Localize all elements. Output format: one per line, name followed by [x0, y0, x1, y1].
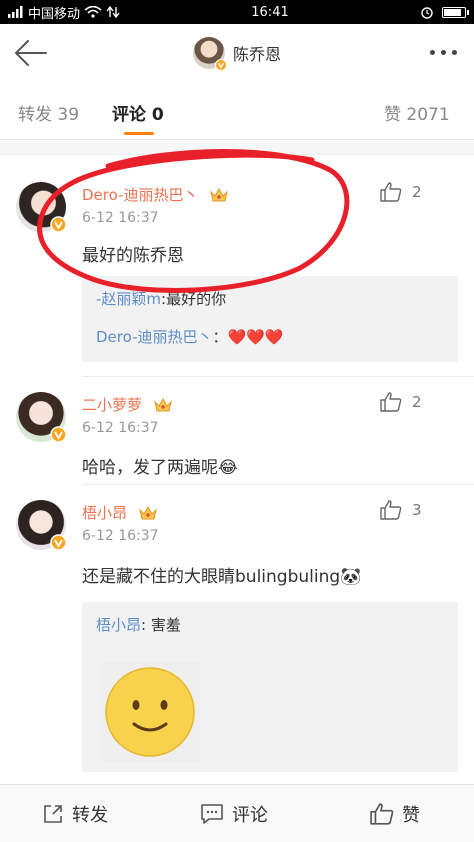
comment-text: 哈哈，发了两遍呢😂 [82, 458, 238, 478]
comment-list: Dero-迪丽热巴丶 6-12 16:37 最好的陈乔恩 2 -赵丽颖m:最好的… [0, 140, 474, 784]
avatar[interactable] [16, 500, 67, 551]
reply-username[interactable]: -赵丽颖m [96, 290, 161, 308]
data-arrows-icon [106, 6, 120, 18]
divider [82, 484, 474, 485]
crown-icon [210, 187, 229, 202]
alarm-icon [421, 7, 433, 19]
username-text: 二小萝萝 [82, 396, 143, 414]
thumbs-up-icon [380, 500, 402, 520]
like-button[interactable]: 2 [380, 392, 422, 412]
thumbs-up-icon [380, 392, 402, 412]
avatar[interactable] [16, 182, 67, 233]
tab-likes[interactable]: 赞 2071 [384, 100, 450, 125]
reply-username[interactable]: Dero-迪丽热巴丶 [96, 328, 213, 346]
repost-button[interactable]: 转发 [42, 785, 108, 842]
comment-button[interactable]: 评论 [200, 785, 268, 842]
share-icon [44, 805, 62, 823]
more-dots-icon[interactable] [426, 42, 460, 62]
verified-v-icon [50, 534, 67, 551]
like-post-button[interactable]: 赞 [370, 785, 420, 842]
thumbs-up-icon [380, 182, 402, 202]
username-text: 梧小昂 [82, 504, 128, 522]
tab-repost[interactable]: 转发 39 [18, 100, 79, 125]
verified-v-icon [214, 59, 227, 71]
reply-item: 梧小昂: 害羞 [96, 614, 181, 635]
top-nav: 陈乔恩 [0, 24, 474, 82]
comment-username[interactable]: 二小萝萝 [82, 394, 173, 415]
reply-username[interactable]: 梧小昂 [96, 616, 141, 634]
like-label: 赞 [402, 805, 420, 826]
thumbs-up-icon [370, 803, 394, 825]
comment-timestamp: 6-12 16:37 [82, 420, 159, 436]
reply-text: :最好的你 [161, 290, 227, 308]
page-title: 陈乔恩 [232, 45, 281, 64]
tab-active-indicator [124, 132, 154, 135]
like-count: 3 [412, 501, 422, 519]
battery-icon [441, 6, 469, 18]
bottom-action-bar: 转发 评论 赞 [0, 784, 474, 842]
crown-icon [138, 505, 157, 520]
reply-text: ：❤️❤️❤️ [212, 328, 284, 346]
repost-label: 转发 [72, 805, 108, 826]
comment-timestamp: 6-12 16:37 [82, 528, 159, 544]
tab-comments[interactable]: 评论 0 [112, 100, 164, 125]
reply-item: Dero-迪丽热巴丶：❤️❤️❤️ [96, 326, 284, 347]
back-arrow-icon[interactable] [12, 38, 48, 68]
section-separator [0, 140, 474, 155]
reply-item: -赵丽颖m:最好的你 [96, 288, 226, 309]
divider [82, 376, 474, 377]
title-wrap[interactable]: 陈乔恩 [192, 37, 281, 71]
comment-label: 评论 [232, 805, 268, 826]
verified-v-icon [50, 216, 67, 233]
signal-icon [8, 6, 23, 18]
reply-box[interactable]: 梧小昂: 害羞 [82, 602, 458, 772]
status-bar: 中国移动 16:41 [0, 0, 474, 24]
username-text: Dero-迪丽热巴丶 [82, 186, 199, 204]
like-count: 2 [412, 183, 422, 201]
like-button[interactable]: 2 [380, 182, 422, 202]
like-button[interactable]: 3 [380, 500, 422, 520]
header-avatar[interactable] [192, 37, 227, 71]
comment-timestamp: 6-12 16:37 [82, 210, 159, 226]
verified-v-icon [50, 426, 67, 443]
comment-icon [201, 804, 223, 824]
like-count: 2 [412, 393, 422, 411]
comment-text: 最好的陈乔恩 [82, 246, 184, 266]
reply-box[interactable]: -赵丽颖m:最好的你 Dero-迪丽热巴丶：❤️❤️❤️ [82, 276, 458, 362]
comment-username[interactable]: 梧小昂 [82, 502, 158, 523]
crown-icon [153, 397, 172, 412]
carrier-label: 中国移动 [28, 6, 81, 22]
comment-username[interactable]: Dero-迪丽热巴丶 [82, 184, 229, 205]
status-time: 16:41 [251, 4, 289, 20]
avatar[interactable] [16, 392, 67, 443]
reply-text: : 害羞 [141, 616, 181, 634]
wifi-icon [84, 6, 102, 18]
smiley-sticker-icon[interactable] [100, 662, 200, 762]
battery-level [443, 8, 462, 16]
comment-text: 还是藏不住的大眼睛bulingbuling🐼 [82, 567, 362, 587]
tab-bar: 转发 39 评论 0 赞 2071 [0, 82, 474, 140]
